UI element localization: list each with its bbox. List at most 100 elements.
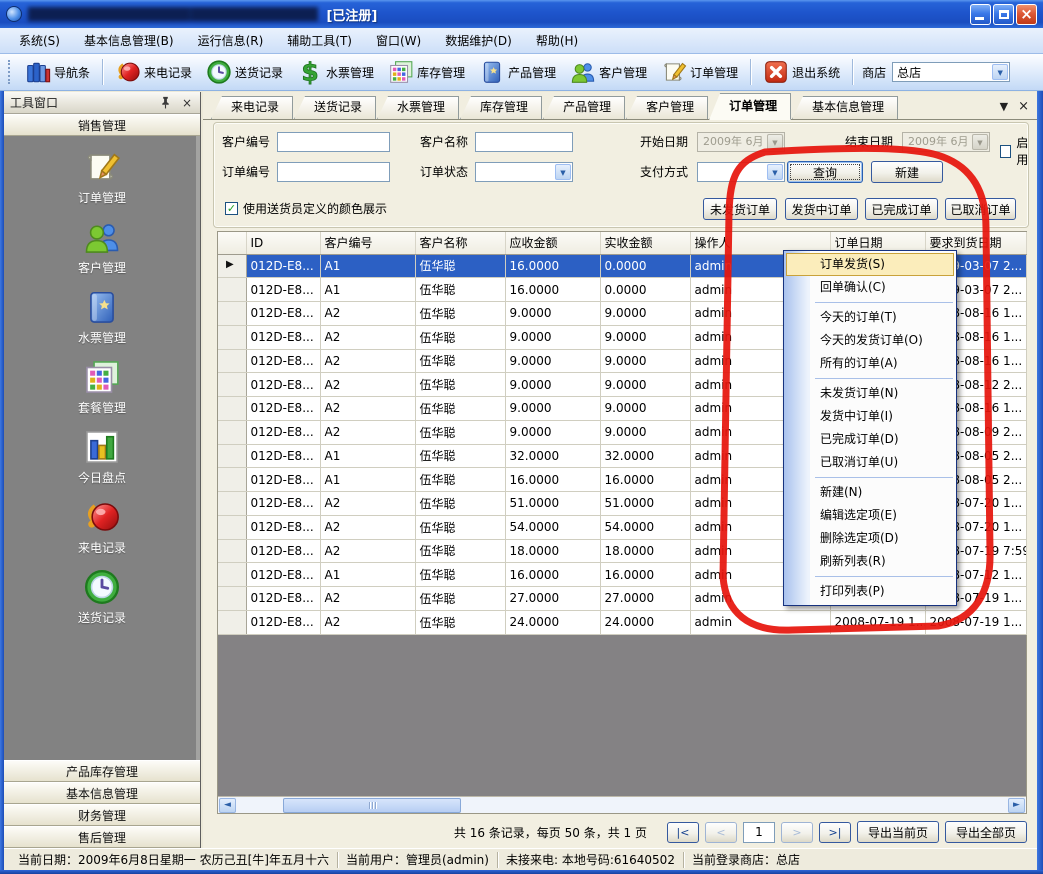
page-number-input[interactable]: 1 <box>743 822 775 843</box>
menu-data-maintain[interactable]: 数据维护(D) <box>434 29 523 52</box>
cell-customer-no[interactable]: A1 <box>320 563 415 587</box>
toolbar-call-records[interactable]: 来电记录 <box>108 57 199 87</box>
cell-customer-no[interactable]: A1 <box>320 254 415 278</box>
cell-customer-name[interactable]: 伍华聪 <box>415 420 505 444</box>
sidebar-group-finance[interactable]: 财务管理 <box>4 804 200 826</box>
menu-window[interactable]: 窗口(W) <box>365 29 432 52</box>
sidebar-group-product-stock[interactable]: 产品库存管理 <box>4 760 200 782</box>
pay-method-select[interactable]: ▼ <box>697 162 785 182</box>
row-selector[interactable] <box>218 349 246 373</box>
cell-customer-no[interactable]: A2 <box>320 492 415 516</box>
export-current-page-button[interactable]: 导出当前页 <box>857 821 939 843</box>
cell-id[interactable]: 012D-E8... <box>246 492 320 516</box>
cell-customer-name[interactable]: 伍华聪 <box>415 302 505 326</box>
customer-no-input[interactable] <box>277 132 390 152</box>
context-menu-item[interactable]: 今天的订单(T) <box>786 306 954 329</box>
row-selector[interactable] <box>218 397 246 421</box>
cell-received[interactable]: 9.0000 <box>600 302 690 326</box>
context-menu-item[interactable]: 已取消订单(U) <box>786 451 954 474</box>
cell-receivable[interactable]: 54.0000 <box>505 515 600 539</box>
row-selector[interactable] <box>218 302 246 326</box>
menu-system[interactable]: 系统(S) <box>8 29 71 52</box>
completed-orders-button[interactable]: 已完成订单 <box>865 198 938 220</box>
chevron-down-icon[interactable]: ▼ <box>555 164 571 180</box>
cell-customer-name[interactable]: 伍华聪 <box>415 539 505 563</box>
cell-receivable[interactable]: 9.0000 <box>505 397 600 421</box>
cell-customer-no[interactable]: A2 <box>320 302 415 326</box>
cell-customer-name[interactable]: 伍华聪 <box>415 325 505 349</box>
cell-receivable[interactable]: 32.0000 <box>505 444 600 468</box>
cell-customer-no[interactable]: A2 <box>320 373 415 397</box>
sidebar-item-delivery-records[interactable]: 送货记录 <box>4 568 200 626</box>
cell-received[interactable]: 54.0000 <box>600 515 690 539</box>
cell-id[interactable]: 012D-E8... <box>246 444 320 468</box>
cell-customer-no[interactable]: A2 <box>320 420 415 444</box>
end-date-picker[interactable]: 2009年 6月 8日 ▼ <box>902 132 990 152</box>
cell-id[interactable]: 012D-E8... <box>246 254 320 278</box>
cell-receivable[interactable]: 27.0000 <box>505 587 600 611</box>
cell-received[interactable]: 16.0000 <box>600 563 690 587</box>
chevron-down-icon[interactable]: ▼ <box>992 64 1008 80</box>
start-date-picker[interactable]: 2009年 6月 8日 ▼ <box>697 132 785 152</box>
context-menu-item[interactable]: 编辑选定项(E) <box>786 504 954 527</box>
sidebar-group-after-sales[interactable]: 售后管理 <box>4 826 200 848</box>
cell-customer-name[interactable]: 伍华聪 <box>415 349 505 373</box>
tab[interactable]: 库存管理 <box>460 96 542 119</box>
cell-customer-no[interactable]: A2 <box>320 587 415 611</box>
last-page-button[interactable]: >| <box>819 822 851 843</box>
shop-select[interactable]: 总店 ▼ <box>892 62 1010 82</box>
column-header[interactable]: 客户编号 <box>320 232 415 254</box>
row-selector[interactable] <box>218 492 246 516</box>
tab[interactable]: 水票管理 <box>377 96 459 119</box>
context-menu-item[interactable]: 删除选定项(D) <box>786 527 954 550</box>
cell-receivable[interactable]: 9.0000 <box>505 373 600 397</box>
cell-customer-name[interactable]: 伍华聪 <box>415 254 505 278</box>
cell-id[interactable]: 012D-E8... <box>246 278 320 302</box>
cell-id[interactable]: 012D-E8... <box>246 563 320 587</box>
tab[interactable]: 基本信息管理 <box>792 96 898 119</box>
close-icon[interactable]: × <box>180 96 194 110</box>
cell-receivable[interactable]: 16.0000 <box>505 468 600 492</box>
cell-customer-no[interactable]: A2 <box>320 610 415 634</box>
sidebar-item-customer-mgmt[interactable]: 客户管理 <box>4 218 200 276</box>
context-menu-item[interactable]: 回单确认(C) <box>786 276 954 299</box>
context-menu-item[interactable]: 今天的发货订单(O) <box>786 329 954 352</box>
cell-received[interactable]: 51.0000 <box>600 492 690 516</box>
cell-received[interactable]: 9.0000 <box>600 397 690 421</box>
cell-customer-name[interactable]: 伍华聪 <box>415 397 505 421</box>
cell-id[interactable]: 012D-E8... <box>246 302 320 326</box>
context-menu-item[interactable]: 所有的订单(A) <box>786 352 954 375</box>
customer-name-input[interactable] <box>475 132 573 152</box>
tab[interactable]: 产品管理 <box>543 96 625 119</box>
row-selector[interactable] <box>218 610 246 634</box>
cancelled-orders-button[interactable]: 已取消订单 <box>945 198 1016 220</box>
context-menu-item[interactable]: 新建(N) <box>786 481 954 504</box>
next-page-button[interactable]: > <box>781 822 813 843</box>
column-header[interactable]: 客户名称 <box>415 232 505 254</box>
toolbar-grip[interactable] <box>8 60 14 84</box>
toolbar-order-mgmt[interactable]: 订单管理 <box>654 57 745 87</box>
cell-customer-name[interactable]: 伍华聪 <box>415 468 505 492</box>
cell-id[interactable]: 012D-E8... <box>246 349 320 373</box>
chevron-down-icon[interactable]: ▼ <box>1000 100 1008 113</box>
cell-customer-no[interactable]: A2 <box>320 349 415 373</box>
checkbox-box[interactable] <box>1000 145 1011 158</box>
sidebar-item-today-inventory[interactable]: 今日盘点 <box>4 428 200 486</box>
column-header[interactable]: 应收金额 <box>505 232 600 254</box>
cell-receivable[interactable]: 18.0000 <box>505 539 600 563</box>
cell-customer-name[interactable]: 伍华聪 <box>415 515 505 539</box>
shipping-orders-button[interactable]: 发货中订单 <box>785 198 858 220</box>
cell-customer-no[interactable]: A1 <box>320 444 415 468</box>
close-icon[interactable]: × <box>1018 99 1029 114</box>
menu-help[interactable]: 帮助(H) <box>525 29 589 52</box>
context-menu-item[interactable]: 刷新列表(R) <box>786 550 954 573</box>
context-menu-item[interactable]: 发货中订单(I) <box>786 405 954 428</box>
sidebar-group-basic-info[interactable]: 基本信息管理 <box>4 782 200 804</box>
cell-id[interactable]: 012D-E8... <box>246 587 320 611</box>
prev-page-button[interactable]: < <box>705 822 737 843</box>
row-selector[interactable] <box>218 587 246 611</box>
column-header[interactable]: ID <box>246 232 320 254</box>
minimize-button[interactable] <box>970 4 991 25</box>
cell-receivable[interactable]: 9.0000 <box>505 420 600 444</box>
cell-receivable[interactable]: 16.0000 <box>505 254 600 278</box>
